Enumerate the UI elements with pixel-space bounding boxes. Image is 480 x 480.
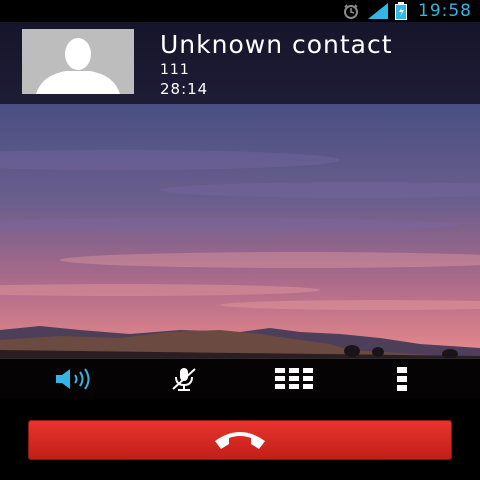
avatar [22, 29, 134, 94]
status-time: 19:58 [418, 1, 472, 21]
speaker-icon [56, 368, 90, 390]
end-call-area [0, 398, 480, 480]
dialpad-icon [275, 368, 313, 389]
overflow-menu-button[interactable] [362, 359, 442, 399]
caller-number: 111 [160, 62, 190, 78]
dialpad-button[interactable] [254, 359, 334, 399]
end-call-icon [215, 432, 265, 449]
battery-icon [394, 2, 408, 20]
alarm-icon [342, 3, 360, 19]
mute-button[interactable] [144, 359, 224, 399]
speaker-button[interactable] [36, 359, 116, 399]
overflow-menu-icon [397, 367, 407, 391]
mute-mic-icon [172, 368, 196, 391]
end-call-button[interactable] [28, 420, 452, 460]
caller-name: Unknown contact [160, 30, 393, 59]
signal-icon [366, 3, 388, 19]
person-silhouette-icon [22, 29, 134, 94]
in-call-controls [0, 358, 480, 399]
caller-info-panel: Unknown contact 111 28:14 [0, 22, 480, 104]
call-timer: 28:14 [160, 80, 209, 98]
status-bar: 19:58 [0, 0, 480, 22]
